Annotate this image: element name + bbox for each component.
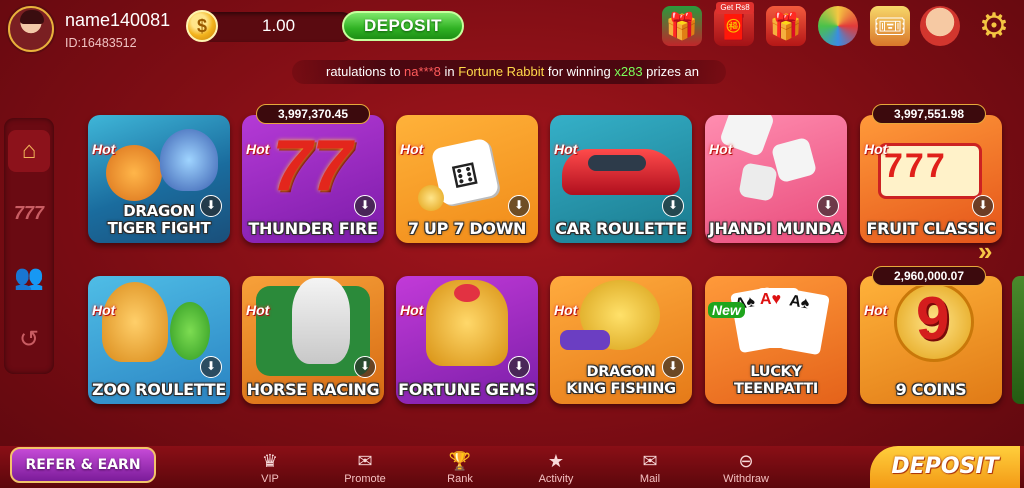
download-icon[interactable]: ⬇ (817, 195, 839, 217)
hot-badge: Hot (400, 302, 424, 318)
partial-game-card[interactable] (1012, 276, 1024, 404)
nav-promote[interactable]: ✉ Promote (335, 450, 395, 488)
game-title: CAR ROULETTE (555, 219, 687, 238)
game-card-horse-racing[interactable]: Hot ⬇ HORSE RACING (242, 276, 384, 404)
deposit-button[interactable]: DEPOSIT (342, 11, 464, 41)
chevron-right-icon[interactable]: » (978, 236, 992, 267)
wheel-icon[interactable] (818, 6, 858, 46)
marquee-suffix: prizes an (642, 64, 699, 79)
withdraw-icon: ⊖ (738, 451, 754, 471)
user-id: ID:16483512 (65, 36, 137, 50)
marquee-middle: in (440, 64, 459, 79)
download-icon[interactable]: ⬇ (200, 356, 222, 378)
promote-icon: ✉ (357, 451, 373, 471)
game-card-7up-7down[interactable]: ⚅ Hot ⬇ 7 UP 7 DOWN (396, 115, 538, 243)
vip-crown-icon: ♛ (261, 451, 279, 471)
user-avatar[interactable] (8, 6, 54, 52)
activity-gift-icon: ★ (547, 451, 565, 471)
settings-gear-icon[interactable]: ⚙ (974, 6, 1014, 46)
game-title: DRAGON KING FISHING (566, 364, 676, 397)
nav-label: Withdraw (723, 473, 769, 485)
game-card-dragon-king-fishing[interactable]: Hot ⬇ DRAGON KING FISHING (550, 276, 692, 404)
game-card-9-coins[interactable]: 9 Hot 9 COINS (860, 276, 1002, 404)
marquee-prefix: ratulations to (326, 64, 405, 79)
new-badge: New (708, 302, 745, 318)
marquee-multiplier: x283 (614, 64, 643, 79)
hot-badge: Hot (864, 141, 888, 157)
trophy-icon: 🏆 (448, 451, 472, 471)
game-card-dragon-tiger-fight[interactable]: Hot ⬇ DRAGON TIGER FIGHT (88, 115, 230, 243)
hot-badge: Hot (246, 302, 270, 318)
jackpot-value: 2,960,000.07 (872, 266, 986, 286)
game-title: HORSE RACING (246, 380, 380, 399)
nav-rank[interactable]: 🏆 Rank (430, 450, 490, 488)
game-title: FORTUNE GEMS (398, 380, 536, 399)
nav-label: Mail (639, 473, 661, 485)
download-icon[interactable]: ⬇ (662, 195, 684, 217)
game-title: THUNDER FIRE (248, 219, 378, 238)
game-title: LUCKY TEENPATTI (733, 364, 819, 397)
mail-icon: ✉ (642, 451, 658, 471)
download-icon[interactable]: ⬇ (508, 356, 530, 378)
history-icon[interactable]: ↺ (8, 318, 50, 360)
hot-badge: Hot (709, 141, 733, 157)
nav-activity[interactable]: ★ Activity (526, 450, 586, 488)
get-bonus-badge: Get Rs8 (716, 2, 754, 14)
game-card-jhandi-munda[interactable]: Hot ⬇ JHANDI MUNDA (705, 115, 847, 243)
game-title: ZOO ROULETTE (92, 380, 226, 399)
hot-badge: Hot (864, 302, 888, 318)
download-icon[interactable]: ⬇ (508, 195, 530, 217)
home-icon[interactable]: ⌂ (8, 130, 50, 172)
present-icon[interactable]: 🎁 (766, 6, 806, 46)
nav-label: Rank (447, 473, 473, 485)
coin-icon: $ (186, 10, 218, 42)
hot-badge: Hot (92, 141, 116, 157)
jackpot-value: 3,997,370.45 (256, 104, 370, 124)
game-title: JHANDI MUNDA (708, 219, 844, 238)
people-icon[interactable]: 👥 (8, 256, 50, 298)
hot-badge: Hot (400, 141, 424, 157)
slots-777-icon[interactable]: 777 (8, 192, 50, 234)
deposit-bottom-button[interactable]: DEPOSIT (870, 446, 1020, 488)
marquee-middle2: for winning (544, 64, 615, 79)
category-sidebar: ⌂ 777 👥 ↺ (4, 118, 54, 374)
download-icon[interactable]: ⬇ (972, 195, 994, 217)
game-card-lucky-teenpatti[interactable]: A♠ A♥ A♠ New LUCKY TEENPATTI (705, 276, 847, 404)
nav-label: Activity (538, 473, 574, 485)
game-card-car-roulette[interactable]: Hot ⬇ CAR ROULETTE (550, 115, 692, 243)
game-title: DRAGON TIGER FIGHT (107, 202, 211, 237)
download-icon[interactable]: ⬇ (354, 195, 376, 217)
game-card-thunder-fire[interactable]: 77 Hot ⬇ THUNDER FIRE (242, 115, 384, 243)
marquee-winner: na***8 (404, 64, 441, 79)
jackpot-value: 3,997,551.98 (872, 104, 986, 124)
checkin-icon[interactable]: 🎟 (870, 6, 910, 46)
refer-earn-button[interactable]: REFER & EARN (10, 447, 156, 483)
game-card-zoo-roulette[interactable]: Hot ⬇ ZOO ROULETTE (88, 276, 230, 404)
game-title: 7 UP 7 DOWN (407, 219, 527, 238)
balance-value: 1.00 (262, 16, 296, 35)
winners-marquee: ratulations to na***8 in Fortune Rabbit … (292, 60, 726, 84)
hot-badge: Hot (554, 302, 578, 318)
gift-box-icon[interactable]: 🎁 (662, 6, 702, 46)
top-header: name140081 ID:16483512 $ 1.00 DEPOSIT Ge… (0, 0, 1024, 56)
game-card-fruit-classic[interactable]: 777 Hot ⬇ FRUIT CLASSIC (860, 115, 1002, 243)
nav-withdraw[interactable]: ⊖ Withdraw (716, 450, 776, 488)
support-icon[interactable] (920, 6, 960, 46)
nav-vip[interactable]: ♛ VIP (240, 450, 300, 488)
marquee-game: Fortune Rabbit (458, 64, 545, 79)
nav-label: VIP (261, 473, 279, 485)
game-title: 9 COINS (895, 380, 967, 399)
hot-badge: Hot (554, 141, 578, 157)
game-title: FRUIT CLASSIC (866, 219, 996, 238)
game-card-fortune-gems[interactable]: Hot ⬇ FORTUNE GEMS (396, 276, 538, 404)
username: name140081 (65, 10, 171, 30)
hot-badge: Hot (246, 141, 270, 157)
nav-mail[interactable]: ✉ Mail (620, 450, 680, 488)
download-icon[interactable]: ⬇ (354, 356, 376, 378)
nav-label: Promote (344, 473, 386, 485)
hot-badge: Hot (92, 302, 116, 318)
